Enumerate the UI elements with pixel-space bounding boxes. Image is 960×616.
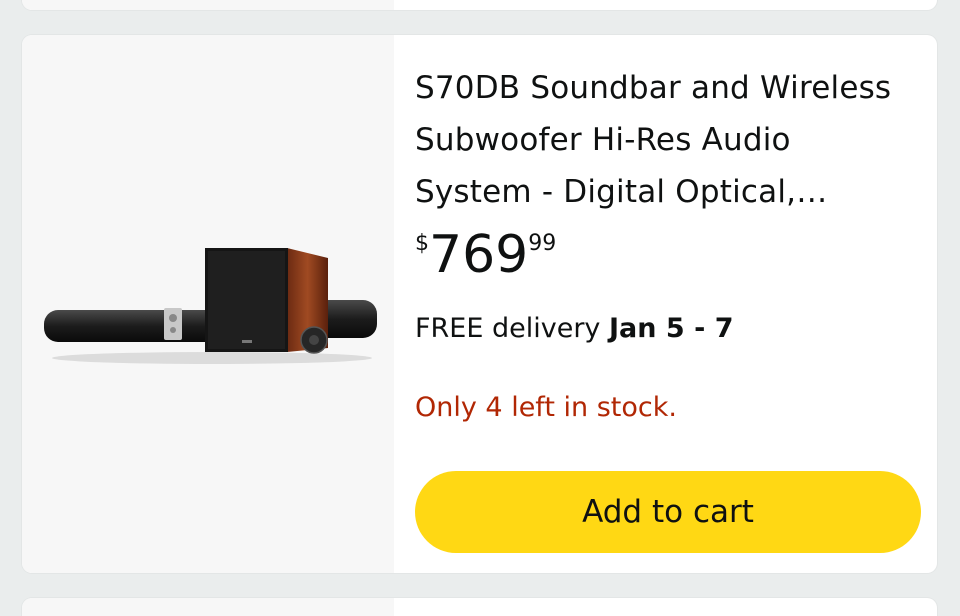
delivery-info: FREE delivery Jan 5 - 7	[415, 313, 733, 344]
delivery-date: Jan 5 - 7	[609, 313, 734, 344]
delivery-prefix: FREE delivery	[415, 313, 601, 344]
previous-product-card[interactable]	[22, 0, 937, 10]
previous-product-image-panel[interactable]	[22, 0, 394, 10]
add-to-cart-button[interactable]: Add to cart	[415, 471, 921, 553]
price-whole: 769	[429, 225, 529, 285]
next-product-image-panel[interactable]	[22, 598, 394, 616]
product-card[interactable]: S70DB Soundbar and Wireless Subwoofer Hi…	[22, 35, 937, 573]
product-image[interactable]	[42, 240, 382, 370]
product-title[interactable]: S70DB Soundbar and Wireless Subwoofer Hi…	[415, 62, 915, 218]
product-price: $76999	[415, 225, 556, 285]
price-fraction: 99	[528, 231, 557, 256]
stock-status: Only 4 left in stock.	[415, 392, 677, 423]
price-currency-symbol: $	[415, 231, 429, 256]
next-product-card[interactable]	[22, 598, 937, 616]
page: S70DB Soundbar and Wireless Subwoofer Hi…	[0, 0, 960, 616]
product-image-panel[interactable]	[22, 35, 394, 573]
product-info: S70DB Soundbar and Wireless Subwoofer Hi…	[415, 35, 921, 573]
